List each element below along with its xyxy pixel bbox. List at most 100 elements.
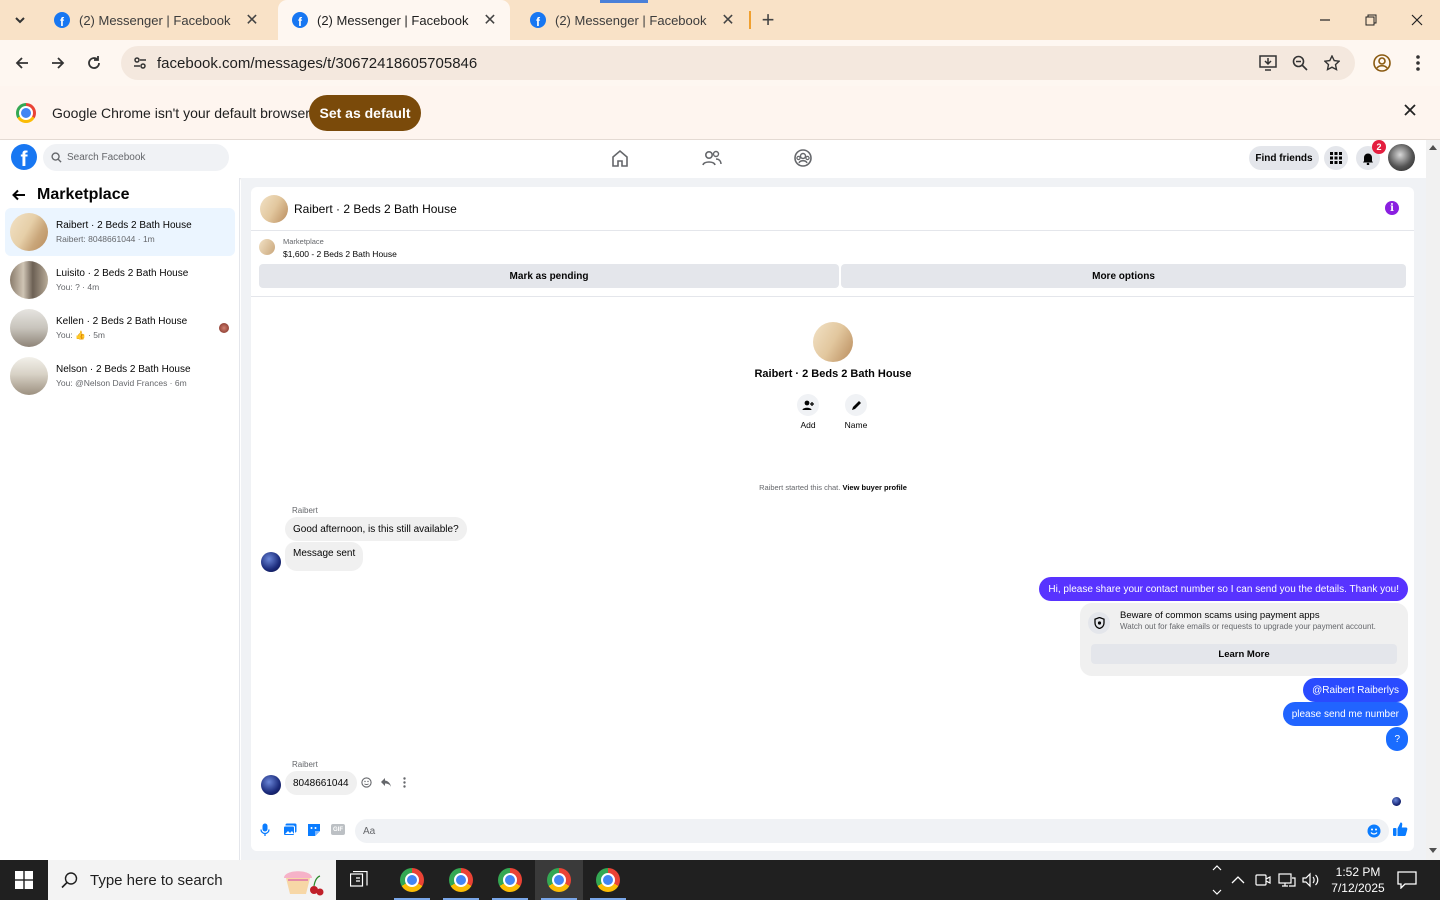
chrome-menu-kebab-icon[interactable]: [1402, 47, 1434, 79]
add-person-icon[interactable]: [797, 394, 819, 416]
set-as-default-button[interactable]: Set as default: [309, 95, 421, 131]
facebook-logo-icon[interactable]: f: [11, 144, 37, 170]
chat-title[interactable]: Raibert · 2 Beds 2 Bath House: [294, 202, 457, 216]
sticker-icon[interactable]: [307, 823, 321, 836]
view-buyer-profile-link[interactable]: View buyer profile: [842, 483, 906, 492]
site-info-icon[interactable]: [132, 55, 148, 71]
account-avatar[interactable]: [1388, 144, 1415, 171]
more-options-button[interactable]: More options: [841, 264, 1406, 288]
like-thumbs-up-icon[interactable]: [1392, 821, 1408, 837]
conversation-item-kellen[interactable]: Kellen · 2 Beds 2 Bath House You: 👍 · 5m: [5, 304, 235, 352]
scroll-up-arrow-icon[interactable]: [1429, 144, 1437, 150]
browser-tab-1[interactable]: f (2) Messenger | Facebook ✕: [40, 0, 272, 40]
chrome-logo-icon: [16, 103, 36, 123]
zoom-icon[interactable]: [1284, 47, 1316, 79]
sender-name: Raibert: [292, 506, 318, 515]
taskbar-search-box[interactable]: Type here to search: [48, 860, 336, 900]
emoji-icon[interactable]: [1367, 824, 1381, 838]
network-icon[interactable]: [1278, 872, 1296, 888]
bookmark-star-icon[interactable]: [1316, 47, 1348, 79]
gif-icon[interactable]: GIF: [331, 824, 345, 835]
marketplace-inbox-sidebar: Marketplace Raibert · 2 Beds 2 Bath Hous…: [0, 178, 240, 860]
find-friends-button[interactable]: Find friends: [1249, 146, 1319, 170]
notification-center-icon[interactable]: [1397, 871, 1417, 889]
scroll-down-arrow-icon[interactable]: [1429, 848, 1437, 854]
conversation-item-nelson[interactable]: Nelson · 2 Beds 2 Bath House You: @Nelso…: [5, 352, 235, 400]
voice-clip-mic-icon[interactable]: [260, 823, 270, 837]
browser-tab-3[interactable]: f (2) Messenger | Facebook ✕: [516, 0, 748, 40]
message-input[interactable]: Aa: [355, 819, 1389, 843]
conversation-avatar: [10, 261, 48, 299]
incoming-message[interactable]: 8048661044: [285, 771, 357, 795]
incoming-message[interactable]: Good afternoon, is this still available?: [285, 517, 467, 541]
restore-icon[interactable]: [1355, 4, 1387, 36]
facebook-header: f Search Facebook Find friends 2: [0, 140, 1426, 178]
menu-grid-icon[interactable]: [1324, 146, 1348, 170]
default-browser-infobar: Google Chrome isn't your default browser…: [0, 86, 1440, 140]
address-bar[interactable]: facebook.com/messages/t/3067241860570584…: [121, 46, 1355, 80]
outgoing-message[interactable]: @Raibert Raiberlys: [1303, 678, 1408, 702]
listing-thumbnail[interactable]: [259, 239, 275, 255]
infobar-close-icon[interactable]: [1404, 104, 1416, 116]
outgoing-message[interactable]: ?: [1386, 727, 1408, 751]
sender-avatar: [261, 775, 281, 795]
incoming-message[interactable]: Message sent: [285, 542, 364, 571]
tab-close-icon[interactable]: ✕: [244, 10, 260, 30]
taskbar-chrome-app-2[interactable]: [437, 860, 485, 900]
search-icon: [51, 152, 62, 163]
conversation-preview: You: @Nelson David Frances · 6m: [56, 378, 187, 388]
conversation-item-luisito[interactable]: Luisito · 2 Beds 2 Bath House You: ? · 4…: [5, 256, 235, 304]
conversation-name: Nelson · 2 Beds 2 Bath House: [56, 364, 191, 375]
back-arrow-icon[interactable]: [12, 188, 26, 202]
react-smiley-icon[interactable]: [361, 777, 372, 788]
chat-avatar[interactable]: [260, 194, 288, 223]
minimize-icon[interactable]: [1309, 4, 1341, 36]
conversation-name: Luisito · 2 Beds 2 Bath House: [56, 268, 189, 279]
tab-close-icon[interactable]: ✕: [482, 10, 498, 30]
new-tab-plus-icon[interactable]: +: [752, 4, 784, 36]
reload-icon[interactable]: [78, 47, 110, 79]
taskbar-chrome-app-1[interactable]: [388, 860, 436, 900]
show-hidden-icons-chevron-icon[interactable]: [1231, 873, 1245, 887]
outgoing-message[interactable]: please send me number: [1282, 702, 1408, 726]
conversation-avatar: [10, 213, 48, 251]
conversation-item-raibert[interactable]: Raibert · 2 Beds 2 Bath House Raibert: 8…: [5, 208, 235, 256]
outgoing-message[interactable]: Hi, please share your contact number so …: [1039, 577, 1408, 601]
tab-close-icon[interactable]: ✕: [720, 10, 736, 30]
page-scrollbar[interactable]: [1426, 140, 1440, 860]
facebook-favicon-icon: f: [54, 12, 70, 28]
home-icon[interactable]: [610, 148, 632, 170]
friends-icon[interactable]: [701, 148, 723, 170]
volume-icon[interactable]: [1302, 872, 1320, 888]
info-icon[interactable]: i: [1385, 201, 1399, 215]
taskbar-scroll-arrows-icon[interactable]: [1212, 864, 1222, 896]
taskbar-chrome-app-3[interactable]: [486, 860, 534, 900]
browser-toolbar: facebook.com/messages/t/3067241860570584…: [0, 40, 1440, 86]
groups-icon[interactable]: [793, 148, 815, 170]
system-clock[interactable]: 1:52 PM 7/12/2025: [1326, 864, 1390, 896]
back-arrow-icon[interactable]: [6, 47, 38, 79]
forward-arrow-icon[interactable]: [42, 47, 74, 79]
profile-icon[interactable]: [1366, 47, 1398, 79]
chrome-icon: [449, 868, 473, 892]
taskbar-chrome-app-5[interactable]: [584, 860, 632, 900]
chrome-icon: [400, 868, 424, 892]
more-actions-kebab-icon[interactable]: [403, 777, 406, 788]
reply-icon[interactable]: [380, 777, 392, 788]
sender-name: Raibert: [292, 760, 318, 769]
windows-start-icon[interactable]: [0, 860, 48, 900]
mark-as-pending-button[interactable]: Mark as pending: [259, 264, 839, 288]
listing-title[interactable]: $1,600 - 2 Beds 2 Bath House: [283, 249, 397, 259]
chat-started-note: Raibert started this chat. View buyer pr…: [683, 483, 983, 492]
photo-gallery-icon[interactable]: [283, 823, 297, 836]
install-app-icon[interactable]: [1252, 47, 1284, 79]
browser-tab-2[interactable]: f (2) Messenger | Facebook ✕: [278, 0, 510, 40]
meet-now-icon[interactable]: [1255, 872, 1271, 888]
window-close-icon[interactable]: [1401, 4, 1433, 36]
tab-search-chevron-icon[interactable]: [4, 4, 36, 36]
edit-name-pencil-icon[interactable]: [845, 394, 867, 416]
facebook-search-input[interactable]: Search Facebook: [43, 144, 229, 171]
learn-more-button[interactable]: Learn More: [1091, 644, 1397, 664]
task-view-icon[interactable]: [336, 860, 384, 900]
taskbar-chrome-app-4[interactable]: [535, 860, 583, 900]
